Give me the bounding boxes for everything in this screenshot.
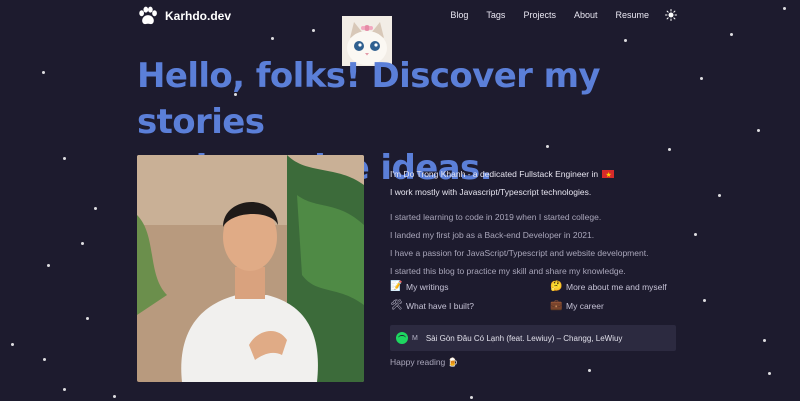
star <box>271 37 274 40</box>
star <box>63 388 66 391</box>
star <box>42 71 45 74</box>
star <box>86 317 89 320</box>
paw-icon <box>139 6 157 25</box>
spotify-track: Sài Gòn Đâu Có Lạnh (feat. Lewiuy) <box>425 333 555 343</box>
star <box>718 194 721 197</box>
site-name: Karhdo.dev <box>165 9 232 23</box>
spotify-mark: M <box>412 334 418 342</box>
star <box>470 396 473 399</box>
hero-line-1: Hello, folks! Discover my stories <box>137 56 601 142</box>
star <box>588 369 591 372</box>
star <box>43 358 46 361</box>
star <box>624 39 627 42</box>
sun-icon[interactable] <box>665 9 677 21</box>
vietnam-flag-icon <box>602 167 615 185</box>
happy-reading: Happy reading 🍺 <box>390 357 458 368</box>
star <box>94 207 97 210</box>
bio-intro-line: I'm Do Trong Khanh - a dedicated Fullsta… <box>390 165 690 185</box>
star <box>757 129 760 132</box>
star <box>11 343 14 346</box>
link-my-career[interactable]: 💼 My career <box>550 300 604 311</box>
hammer-wrench-icon: 🛠 <box>390 300 403 311</box>
star <box>703 299 706 302</box>
link-what-built[interactable]: 🛠 What have I built? <box>390 300 474 311</box>
star <box>700 77 703 80</box>
nav-projects[interactable]: Projects <box>523 10 556 20</box>
star <box>768 372 771 375</box>
bio-paragraph-4: I started this blog to practice my skill… <box>390 266 626 276</box>
bio-paragraph-3: I have a passion for JavaScript/Typescri… <box>390 248 649 258</box>
bio-intro: I'm Do Trong Khanh - a dedicated Fullsta… <box>390 169 599 179</box>
link-label: My career <box>566 300 604 311</box>
memo-icon: 📝 <box>390 281 403 292</box>
link-label: My writings <box>406 281 449 292</box>
star <box>694 233 697 236</box>
link-my-writings[interactable]: 📝 My writings <box>390 281 449 292</box>
bio-stack: I work mostly with Javascript/Typescript… <box>390 187 592 197</box>
bio-paragraph-1: I started learning to code in 2019 when … <box>390 212 602 222</box>
spotify-separator: – <box>556 333 562 343</box>
main-nav: Blog Tags Projects About Resume <box>432 9 677 21</box>
link-about-me[interactable]: 🤔 More about me and myself <box>550 281 667 292</box>
bio-section: I'm Do Trong Khanh - a dedicated Fullsta… <box>390 165 690 280</box>
star <box>312 29 315 32</box>
nav-about[interactable]: About <box>574 10 598 20</box>
bio-paragraph-2: I landed my first job as a Back-end Deve… <box>390 230 595 240</box>
footer-text: Happy reading <box>390 357 446 367</box>
star <box>763 339 766 342</box>
nav-resume[interactable]: Resume <box>615 10 649 20</box>
star <box>730 33 733 36</box>
site-logo[interactable]: Karhdo.dev <box>137 6 231 26</box>
star <box>47 264 50 267</box>
star <box>63 157 66 160</box>
link-label: What have I built? <box>406 300 475 311</box>
profile-photo <box>137 155 364 382</box>
spotify-now-playing[interactable]: M Sài Gòn Đâu Có Lạnh (feat. Lewiuy) – C… <box>390 325 676 351</box>
site-header: Karhdo.dev Blog Tags Projects About Resu… <box>137 6 677 28</box>
nav-blog[interactable]: Blog <box>450 10 468 20</box>
nav-tags[interactable]: Tags <box>486 10 505 20</box>
thinking-face-icon: 🤔 <box>550 281 563 292</box>
spotify-icon <box>396 332 408 344</box>
star <box>113 395 116 398</box>
star <box>783 7 786 10</box>
star <box>81 242 84 245</box>
beer-icon: 🍺 <box>447 357 459 367</box>
briefcase-icon: 💼 <box>550 300 563 311</box>
link-label: More about me and myself <box>566 281 667 292</box>
spotify-artists: Changg, LeWiuy <box>563 333 623 343</box>
